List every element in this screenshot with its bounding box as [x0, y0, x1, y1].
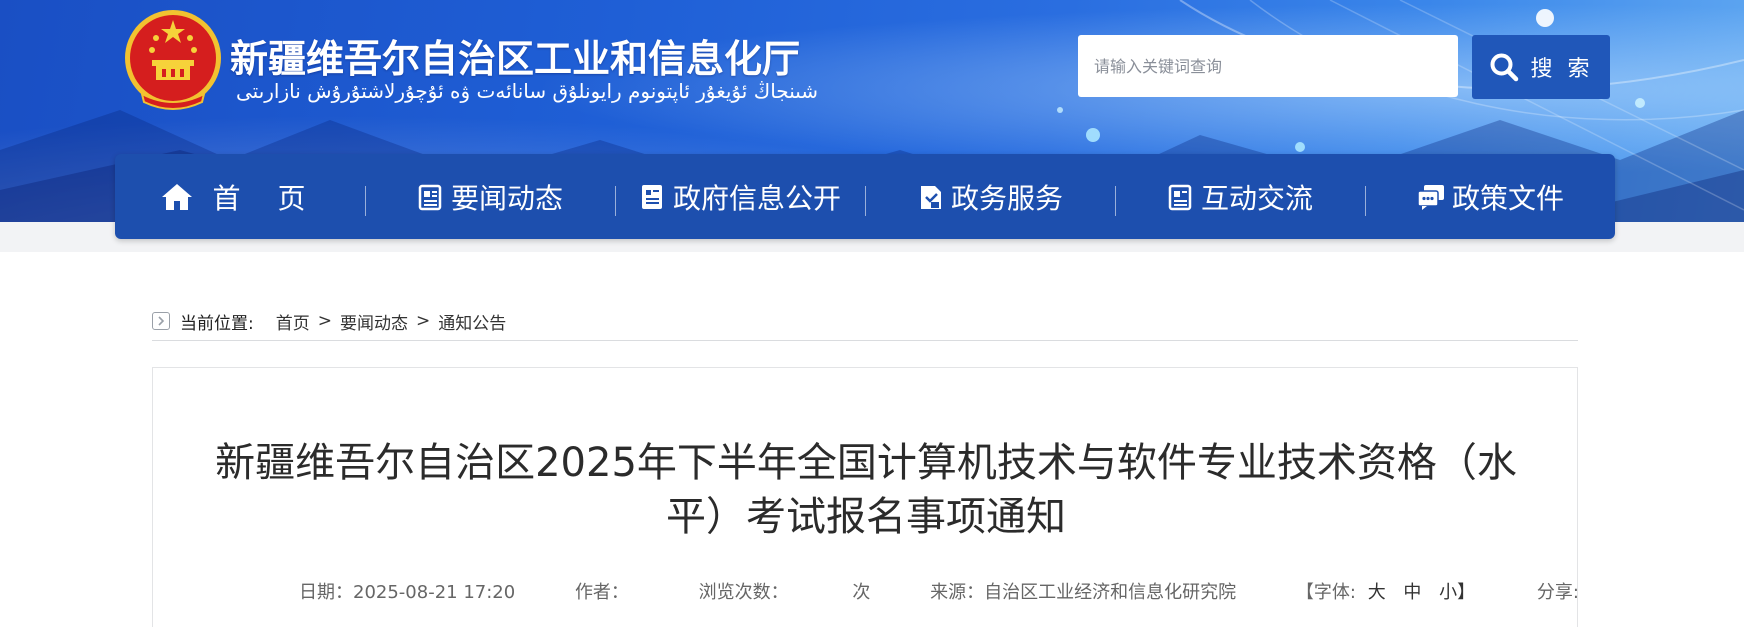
search-icon [1490, 53, 1518, 82]
site-title: 新疆维吾尔自治区工业和信息化厅 [230, 37, 801, 81]
nav-item-policy[interactable]: 政策文件 [1365, 154, 1615, 239]
font-size-large-link[interactable]: 大 [1368, 582, 1386, 603]
search-button[interactable]: 搜 索 [1472, 35, 1610, 99]
font-size-small-link[interactable]: 小】 [1439, 582, 1475, 603]
breadcrumb-arrow-icon [152, 312, 170, 330]
nav-item-news[interactable]: 要闻动态 [365, 154, 615, 239]
font-size-medium-link[interactable]: 中 [1403, 582, 1421, 603]
breadcrumb-link-notices[interactable]: 通知公告 [438, 309, 506, 334]
breadcrumb-label: 当前位置: [180, 313, 254, 334]
home-icon [161, 182, 193, 212]
article-author: 作者： [574, 582, 629, 603]
article-views-unit: 次 [852, 582, 871, 603]
article-title: 新疆维吾尔自治区2025年下半年全国计算机技术与软件专业技术资格（水平）考试报名… [215, 440, 1517, 540]
breadcrumb-separator: > [415, 311, 431, 331]
nav-item-label: 政策文件 [1451, 181, 1564, 215]
nav-item-label: 首 页 [212, 181, 320, 215]
article-container: 新疆维吾尔自治区2025年下半年全国计算机技术与软件专业技术资格（水平）考试报名… [152, 367, 1579, 627]
search-button-label: 搜 索 [1530, 57, 1594, 82]
news-icon [417, 183, 445, 211]
article-source: 来源：自治区工业经济和信息化研究院 [930, 582, 1237, 603]
nav-item-interaction[interactable]: 互动交流 [1115, 154, 1365, 239]
font-size-label: 【字体: [1295, 582, 1356, 603]
national-emblem-icon [125, 10, 221, 110]
breadcrumb-link-news[interactable]: 要闻动态 [340, 309, 408, 334]
main-navigation: 首 页 要闻动态 政府信息公开 政务服务 互动交流 政策文件 [115, 154, 1615, 239]
document-icon [639, 183, 667, 211]
article-meta: 日期：2025-08-21 17:20 作者： 浏览次数： 次 来源：自治区工业… [299, 578, 1579, 604]
service-icon [917, 183, 945, 211]
policy-icon [1416, 183, 1446, 211]
search-input[interactable] [1078, 35, 1458, 97]
nav-item-services[interactable]: 政务服务 [865, 154, 1115, 239]
nav-item-label: 互动交流 [1200, 181, 1313, 215]
nav-item-label: 要闻动态 [450, 181, 563, 215]
breadcrumb-separator: > [317, 311, 332, 331]
interaction-icon [1167, 183, 1195, 211]
article-date: 日期：2025-08-21 17:20 [299, 582, 516, 603]
breadcrumb-link-home[interactable]: 首页 [276, 309, 310, 334]
nav-item-label: 政府信息公开 [672, 181, 841, 215]
font-size-controls: 【字体: 大 中 小】 [1296, 578, 1481, 604]
nav-item-label: 政务服务 [950, 181, 1063, 215]
article-views-label: 浏览次数： [698, 582, 789, 603]
site-subtitle-uyghur: شىنجاڭ ئۇيغۇر ئاپتونوم رايونلۇق سانائەت … [236, 79, 819, 103]
article-share[interactable]: 分享: [1537, 578, 1579, 604]
nav-item-gov-info[interactable]: 政府信息公开 [615, 154, 865, 239]
breadcrumb: 当前位置: 首页 > 要闻动态 > 通知公告 [152, 302, 1578, 341]
nav-item-home[interactable]: 首 页 [115, 154, 365, 239]
